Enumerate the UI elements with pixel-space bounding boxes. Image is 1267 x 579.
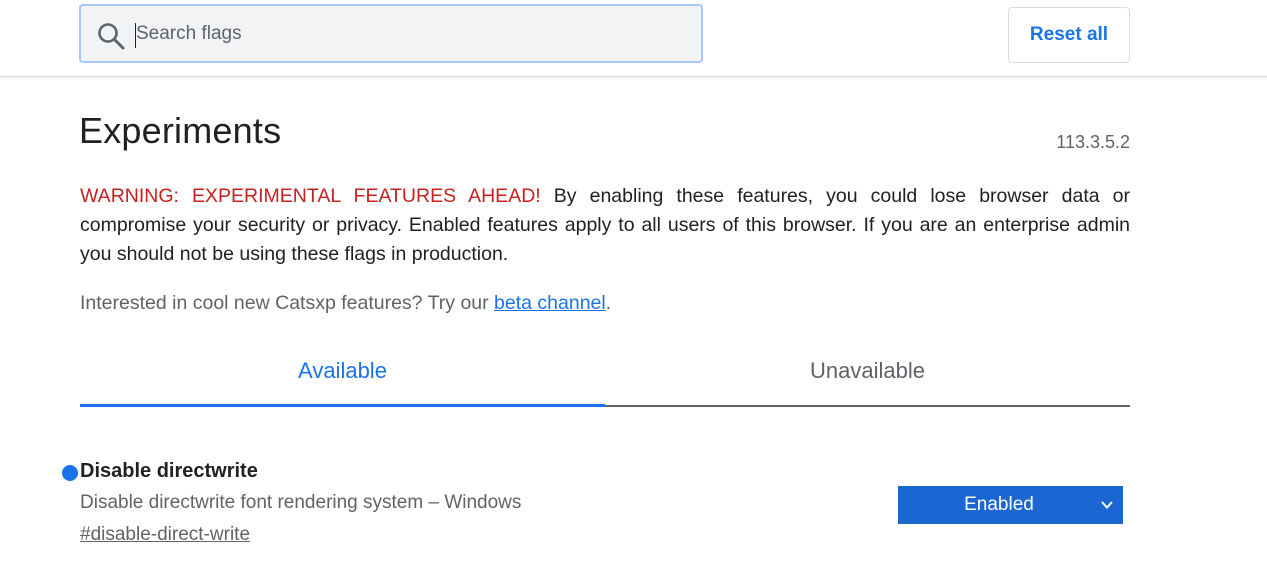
page-title: Experiments — [79, 110, 282, 151]
flag-link[interactable]: #disable-direct-write — [80, 524, 250, 546]
text-cursor — [135, 23, 136, 48]
header-bar: Reset all — [0, 0, 1267, 77]
warning-message: WARNING: EXPERIMENTAL FEATURES AHEAD! By… — [80, 182, 1130, 269]
tab-unavailable[interactable]: Unavailable — [605, 340, 1130, 407]
warning-label: WARNING: EXPERIMENTAL FEATURES AHEAD! — [80, 185, 541, 207]
modified-dot-icon — [62, 465, 78, 481]
version-label: 113.3.5.2 — [1056, 132, 1130, 152]
promo-message: Interested in cool new Catsxp features? … — [80, 292, 611, 315]
search-box[interactable] — [79, 4, 703, 63]
flag-state-value: Enabled — [964, 494, 1034, 515]
flag-state-select[interactable]: Enabled — [898, 486, 1123, 524]
search-icon — [98, 23, 125, 50]
flag-item: Disable directwrite Disable directwrite … — [60, 455, 1140, 565]
promo-text: Interested in cool new Catsxp features? … — [80, 292, 495, 314]
reset-all-button[interactable]: Reset all — [1008, 7, 1130, 63]
flag-name: Disable directwrite — [80, 460, 258, 482]
search-input[interactable] — [136, 16, 676, 52]
chevron-down-icon — [1101, 501, 1113, 509]
promo-end: . — [605, 292, 612, 314]
tab-available[interactable]: Available — [80, 340, 605, 407]
tab-bar: Available Unavailable — [80, 340, 1130, 407]
flag-description: Disable directwrite font rendering syste… — [80, 492, 522, 513]
beta-channel-link[interactable]: beta channel — [494, 292, 606, 314]
